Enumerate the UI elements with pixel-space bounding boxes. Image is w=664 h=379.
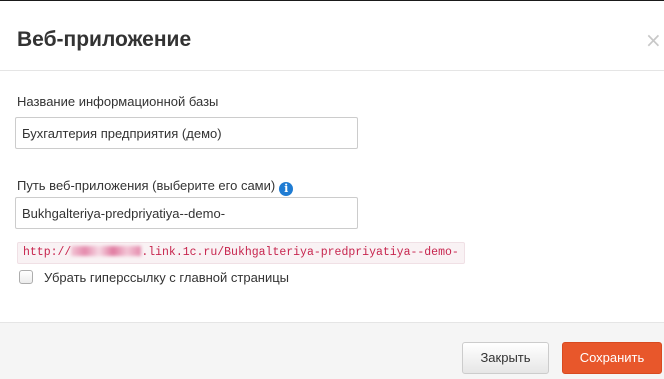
info-icon[interactable]: i — [279, 182, 294, 196]
close-icon[interactable]: × — [645, 30, 662, 50]
close-button[interactable]: Закрыть — [462, 342, 549, 374]
path-label-row: Путь веб-приложения (выберите его сами) i — [17, 178, 294, 196]
redacted-subdomain — [71, 246, 142, 256]
path-input[interactable] — [15, 197, 358, 229]
path-label: Путь веб-приложения (выберите его сами) — [17, 178, 276, 193]
url-suffix: Bukhgalteriya-predpriyatiya--demo- — [224, 246, 459, 259]
dialog-title: Веб-приложение — [17, 28, 192, 51]
hide-link-option[interactable]: Убрать гиперссылку с главной страницы — [19, 268, 289, 286]
dialog-footer: Закрыть Сохранить — [0, 322, 664, 379]
web-app-dialog: Веб-приложение × Название информационной… — [0, 0, 664, 379]
hide-link-label: Убрать гиперссылку с главной страницы — [44, 269, 290, 285]
url-prefix: http:// — [23, 246, 72, 259]
hide-link-checkbox[interactable] — [19, 270, 33, 284]
save-button[interactable]: Сохранить — [562, 342, 662, 374]
web-app-url: http:// .link.1c.ru/Bukhgalteriya-predpri… — [17, 242, 465, 264]
url-middle: .link.1c.ru/ — [141, 246, 225, 259]
db-name-label: Название информационной базы — [17, 94, 219, 109]
dialog-header: Веб-приложение × — [0, 1, 664, 71]
db-name-input[interactable] — [15, 117, 358, 149]
